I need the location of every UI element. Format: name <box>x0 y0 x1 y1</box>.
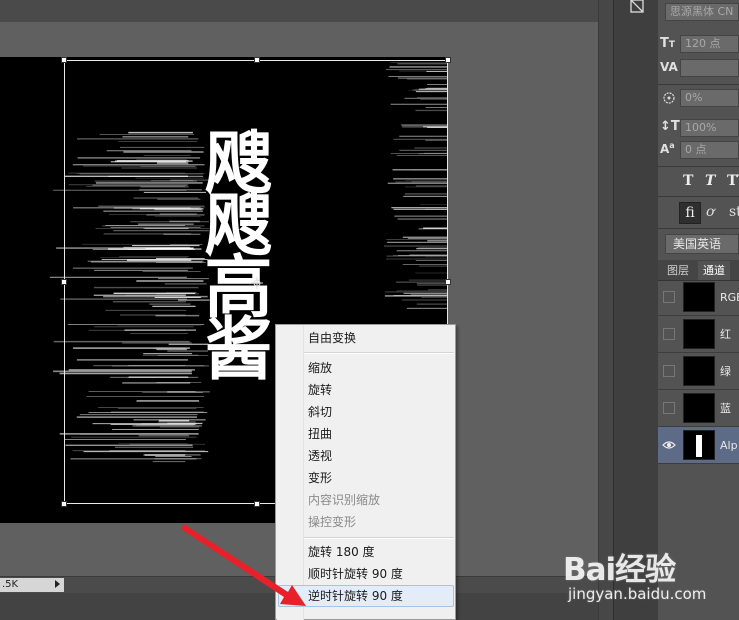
channel-thumbnail <box>683 319 715 349</box>
visibility-toggle[interactable] <box>663 328 675 340</box>
visibility-toggle[interactable] <box>663 365 675 377</box>
font-size-field[interactable]: 120 点 <box>680 35 739 53</box>
menu-separator <box>304 352 454 354</box>
contextual-alternates-button[interactable]: ơ <box>706 204 714 220</box>
menu-item-distort[interactable]: 扭曲 <box>308 423 332 445</box>
tab-channels[interactable]: 通道 <box>698 261 730 280</box>
menu-item-rotate[interactable]: 旋转 <box>308 379 332 401</box>
all-caps-button[interactable]: TT <box>727 173 739 189</box>
font-family-field[interactable]: 思源黑体 CN <box>665 3 739 21</box>
transform-handle-top-center[interactable] <box>254 57 260 63</box>
options-bar <box>0 0 613 23</box>
panel-dock-column <box>613 0 658 620</box>
faux-bold-button[interactable]: T <box>683 173 693 189</box>
transform-handle-bottom-left[interactable] <box>61 501 67 507</box>
visibility-toggle[interactable] <box>663 291 675 303</box>
channel-row-blue[interactable]: 蓝 <box>658 390 739 427</box>
watermark-logo: Bai经验 <box>563 552 676 588</box>
channel-thumbnail <box>683 356 715 386</box>
menu-item-free-transform[interactable]: 自由变换 <box>308 327 356 349</box>
faux-italic-button[interactable]: T <box>705 173 715 189</box>
standard-ligatures-button[interactable]: ﬁ <box>679 202 701 224</box>
menu-item-rotate-90-cw[interactable]: 顺时针旋转 90 度 <box>308 563 403 585</box>
baidu-jingyan-watermark: Bai经验 jingyan.baidu.com <box>563 538 739 618</box>
menu-separator <box>304 537 454 539</box>
channel-name: RGB <box>720 291 739 304</box>
vertical-scale-icon: ↕T <box>660 119 680 134</box>
pivot-point-icon[interactable] <box>251 277 263 289</box>
channel-name: 绿 <box>720 365 731 378</box>
channel-thumbnail <box>683 393 715 423</box>
baseline-shift-icon: Aa <box>660 141 675 156</box>
divider <box>658 166 739 167</box>
kerning-icon <box>663 92 675 104</box>
channel-row-alpha[interactable]: Alp <box>658 427 739 464</box>
channel-name: 蓝 <box>720 402 731 415</box>
channel-thumbnail <box>683 282 715 312</box>
baseline-percent-field[interactable]: 0% <box>680 89 739 107</box>
discretionary-ligatures-button[interactable]: st <box>729 204 739 220</box>
tab-layers[interactable]: 图层 <box>662 261 694 280</box>
menu-item-perspective[interactable]: 透视 <box>308 445 332 467</box>
menu-item-rotate-90-ccw[interactable]: 逆时针旋转 90 度 <box>308 585 403 607</box>
status-menu-arrow-icon[interactable] <box>55 580 60 588</box>
divider <box>658 84 739 85</box>
annotation-arrow-icon <box>181 524 306 606</box>
menu-item-puppet-warp: 操控变形 <box>308 515 357 529</box>
language-select[interactable]: 美国英语 <box>665 234 739 254</box>
channel-row-green[interactable]: 绿 <box>658 353 739 390</box>
vertical-scrollbar[interactable] <box>598 0 614 620</box>
channel-row-red[interactable]: 红 <box>658 316 739 353</box>
visibility-toggle[interactable] <box>663 402 675 414</box>
transform-handle-middle-left[interactable] <box>61 279 67 285</box>
transform-handle-middle-right[interactable] <box>445 279 451 285</box>
menu-item-skew[interactable]: 斜切 <box>308 401 332 423</box>
tracking-icon: VA <box>660 60 678 74</box>
properties-panel-icon[interactable] <box>625 0 649 16</box>
divider <box>658 228 739 229</box>
font-size-icon: TT <box>660 36 676 51</box>
channel-name: Alp <box>720 439 738 452</box>
watermark-url: jingyan.baidu.com <box>568 585 707 603</box>
channel-name: 红 <box>720 328 731 341</box>
eye-icon[interactable] <box>662 439 676 451</box>
menu-item-warp[interactable]: 变形 <box>308 467 332 489</box>
transform-handle-top-right[interactable] <box>445 57 451 63</box>
vertical-scale-field[interactable]: 100% <box>680 119 739 137</box>
baseline-shift-field[interactable]: 0 点 <box>680 141 739 159</box>
channel-thumbnail <box>683 430 715 460</box>
transform-handle-bottom-center[interactable] <box>254 501 260 507</box>
menu-item-content-aware-scale: 内容识别缩放 <box>308 493 381 507</box>
transform-handle-top-left[interactable] <box>61 57 67 63</box>
menu-item-rotate-180[interactable]: 旋转 180 度 <box>308 541 375 563</box>
channel-row-rgb[interactable]: RGB <box>658 279 739 316</box>
divider <box>658 196 739 197</box>
tracking-field[interactable] <box>680 59 739 77</box>
menu-item-scale[interactable]: 缩放 <box>308 357 332 379</box>
